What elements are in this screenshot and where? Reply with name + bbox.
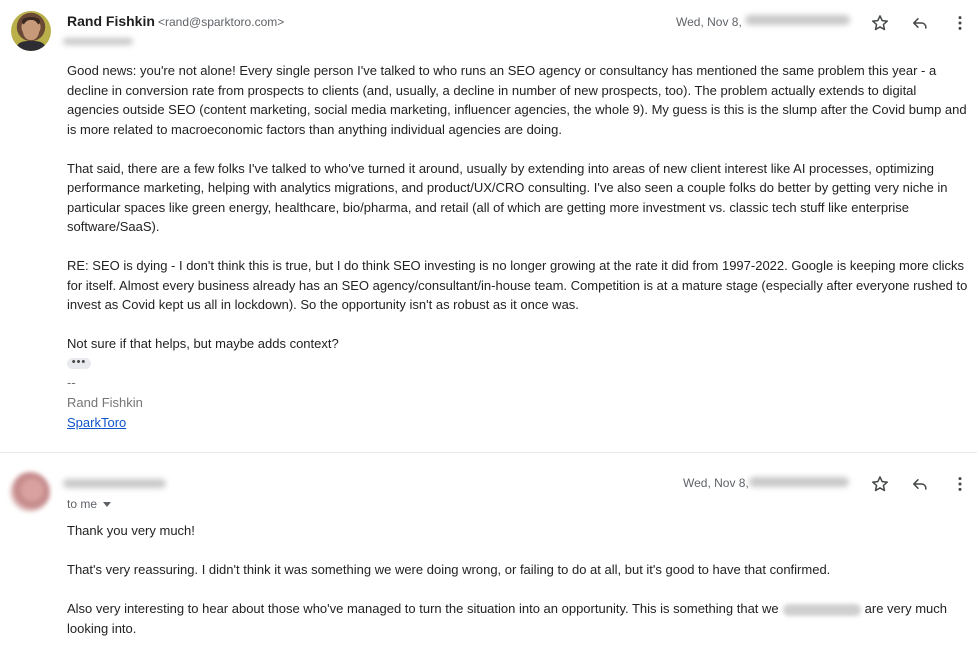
body-paragraph: That's very reassuring. I didn't think i… [67, 562, 831, 577]
body-paragraph: Also very interesting to hear about thos… [67, 599, 971, 638]
star-icon[interactable] [870, 13, 890, 33]
signature-company-link[interactable]: SparkToro [67, 415, 126, 430]
more-vert-icon[interactable] [950, 474, 970, 494]
body-paragraph: Thank you very much! [67, 523, 195, 538]
message-date: Wed, Nov 8, [676, 15, 742, 29]
body-paragraph: RE: SEO is dying - I don't think this is… [67, 258, 968, 312]
body-text-before-redaction: Also very interesting to hear about thos… [67, 601, 779, 616]
show-trimmed-content-button[interactable]: ••• [67, 357, 91, 369]
sender-name[interactable]: Rand Fishkin [67, 13, 155, 29]
signature-name: Rand Fishkin [67, 395, 143, 410]
recipient-dropdown[interactable]: to me [67, 497, 112, 511]
star-icon[interactable] [870, 474, 890, 494]
redacted-company-name [782, 603, 861, 616]
redacted-sender-name [63, 479, 166, 488]
body-paragraph: Good news: you're not alone! Every singl… [67, 63, 967, 137]
body-paragraph: That said, there are a few folks I've ta… [67, 160, 948, 235]
reply-icon[interactable] [910, 13, 930, 33]
redacted-recipient [63, 38, 133, 45]
sender-avatar[interactable] [11, 11, 51, 51]
message-body: Good news: you're not alone! Every singl… [67, 61, 971, 354]
chevron-down-icon [103, 502, 112, 508]
message-body: Thank you very much! That's very reassur… [67, 521, 971, 638]
sender-email: <rand@sparktoro.com> [158, 15, 285, 29]
message-date: Wed, Nov 8, [683, 476, 749, 490]
body-paragraph: Not sure if that helps, but maybe adds c… [67, 336, 339, 351]
reply-icon[interactable] [910, 474, 930, 494]
sender-avatar[interactable] [10, 472, 50, 512]
recipient-label: to me [67, 497, 98, 511]
message-divider [0, 452, 977, 453]
signature-dashes: -- [67, 375, 76, 390]
redacted-date [745, 15, 850, 25]
redacted-date [749, 477, 849, 487]
more-vert-icon[interactable] [950, 13, 970, 33]
